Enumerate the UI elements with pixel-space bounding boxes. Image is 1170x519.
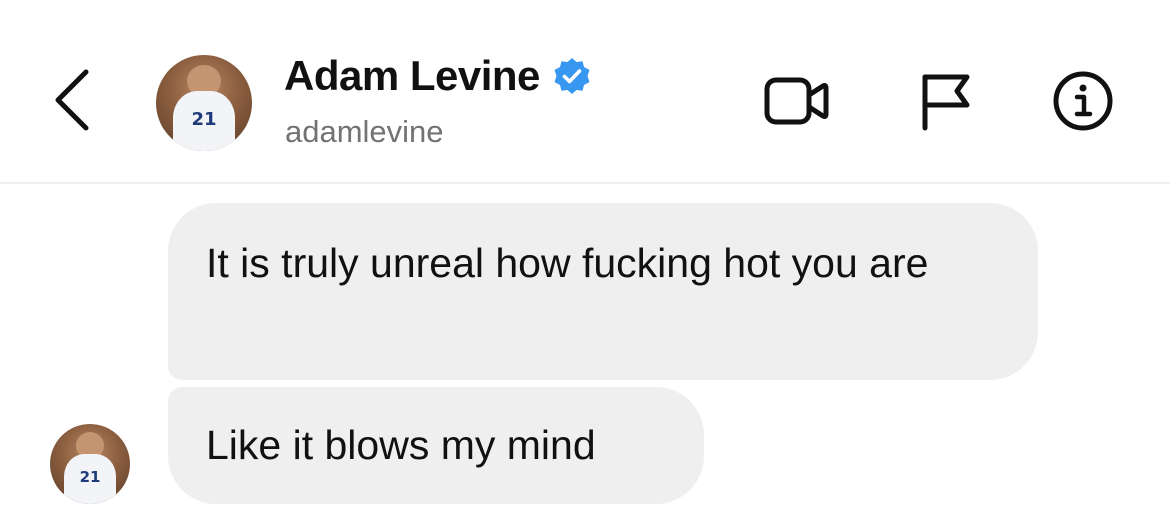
video-camera-icon <box>764 77 829 125</box>
thread-header: 21 Adam Levine adamlevine <box>0 0 1170 183</box>
message-text: It is truly unreal how fucking hot you a… <box>206 240 929 286</box>
message-bubble[interactable]: It is truly unreal how fucking hot you a… <box>168 203 1038 380</box>
flag-icon <box>922 74 970 131</box>
info-icon <box>1053 71 1113 131</box>
details-button[interactable] <box>1048 68 1118 134</box>
message-text: Like it blows my mind <box>206 422 596 468</box>
contact-username: adamlevine <box>285 114 444 149</box>
sender-avatar[interactable]: 21 <box>50 424 130 504</box>
back-button[interactable] <box>44 62 100 138</box>
report-button[interactable] <box>910 68 980 134</box>
avatar[interactable]: 21 <box>156 55 252 151</box>
avatar-jersey-number: 21 <box>191 108 217 130</box>
header-divider <box>0 182 1170 184</box>
message-bubble[interactable]: Like it blows my mind <box>168 387 704 504</box>
video-call-button[interactable] <box>762 68 832 134</box>
contact-name-row[interactable]: Adam Levine <box>284 52 592 100</box>
avatar-jersey-number: 21 <box>79 468 101 486</box>
chevron-left-icon <box>55 69 89 131</box>
verified-badge-icon <box>554 58 590 94</box>
contact-display-name: Adam Levine <box>284 52 540 99</box>
dm-thread-screen: 21 Adam Levine adamlevine It is truly un… <box>0 0 1170 519</box>
